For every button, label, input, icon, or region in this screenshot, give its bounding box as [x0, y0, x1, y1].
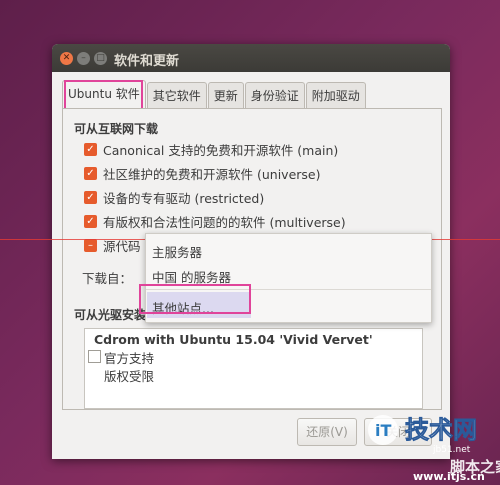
cdrom-heading: 可从光驱安装 [74, 308, 147, 322]
option-label: 社区维护的免费和开源软件 (universe) [103, 166, 321, 182]
option-label: 设备的专有驱动 (restricted) [103, 190, 265, 206]
checkbox-checked-icon[interactable]: ✓ [84, 142, 97, 156]
option-restricted[interactable]: ✓ 设备的专有驱动 (restricted) [84, 188, 264, 206]
cdrom-line-official: 官方支持 [104, 351, 155, 366]
option-universe[interactable]: ✓ 社区维护的免费和开源软件 (universe) [84, 164, 320, 182]
tab-additional-drivers[interactable]: 附加驱动 [305, 82, 366, 109]
cdrom-checkbox[interactable] [88, 350, 101, 363]
checkbox-checked-icon[interactable]: ✓ [84, 166, 97, 180]
checkbox-partial-icon[interactable]: – [84, 238, 97, 252]
cdrom-line-restricted: 版权受限 [104, 369, 155, 384]
checkbox-checked-icon[interactable]: ✓ [84, 214, 97, 228]
titlebar: ✕ – □ 软件和更新 [52, 44, 450, 72]
option-label: Canonical 支持的免费和开源软件 (main) [103, 142, 339, 158]
tab-authentication[interactable]: 身份验证 [244, 82, 305, 109]
dropdown-item-main-server[interactable]: 主服务器 [152, 242, 202, 261]
internet-heading: 可从互联网下载 [74, 122, 159, 136]
option-label: 有版权和合法性问题的的软件 (multiverse) [103, 214, 346, 230]
checkbox-checked-icon[interactable]: ✓ [84, 190, 97, 204]
cdrom-title: Cdrom with Ubuntu 15.04 'Vivid Vervet' [94, 332, 373, 347]
watermark-url: www.itjs.cn [413, 470, 485, 483]
svg-text:iT: iT [375, 421, 391, 440]
site-watermark: iT 技术网 jb51.net 脚本之家 www.itjs.cn [368, 415, 500, 483]
download-from-label: 下载自： [82, 271, 133, 286]
option-main[interactable]: ✓ Canonical 支持的免费和开源软件 (main) [84, 140, 338, 158]
maximize-window-icon[interactable]: □ [94, 52, 107, 65]
watermark-brand: 技术网 [405, 416, 477, 444]
window-title: 软件和更新 [114, 54, 180, 69]
minimize-window-icon[interactable]: – [77, 52, 90, 65]
close-window-icon[interactable]: ✕ [60, 52, 73, 65]
watermark-jb-url: jb51.net [432, 445, 471, 455]
tab-updates[interactable]: 更新 [207, 82, 244, 109]
tab-other-software[interactable]: 其它软件 [146, 82, 207, 109]
option-multiverse[interactable]: ✓ 有版权和合法性问题的的软件 (multiverse) [84, 212, 346, 230]
dropdown-highlight-box [139, 284, 251, 314]
